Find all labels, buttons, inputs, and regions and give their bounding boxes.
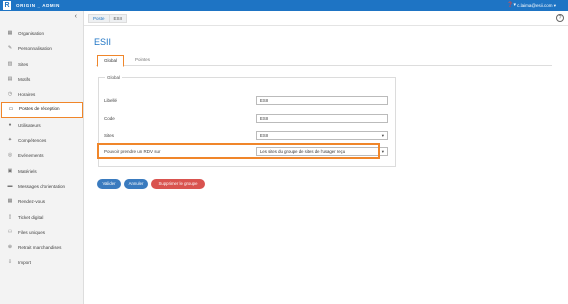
sites-select-value: ESII [260, 133, 269, 138]
sidebar-item-ticket-digital[interactable]: ▯ Ticket digital [0, 210, 84, 225]
code-input[interactable]: ESII [256, 114, 388, 123]
breadcrumb-current: ESII [109, 13, 128, 23]
clock-icon: ◷ [7, 91, 13, 98]
sidebar-item-label: Motifs [18, 76, 31, 82]
sidebar-item-postes-de-reception[interactable]: ▭ Postes de réception [1, 102, 83, 118]
queue-icon: ⚇ [7, 228, 13, 235]
sidebar-item-label: Matériels [18, 168, 37, 174]
validate-button[interactable]: Valider [97, 179, 121, 189]
fieldset-legend: Global [105, 74, 123, 81]
user-menu[interactable]: c.laima@esii.com ▾ [517, 2, 556, 9]
sidebar-item-label: Organisation [18, 31, 45, 36]
collapse-sidebar-icon[interactable]: ‹ [75, 13, 77, 21]
sidebar-item-files-uniques[interactable]: ⚇ Files uniques [0, 225, 84, 240]
sidebar-item-label: Evénements [18, 153, 44, 159]
sidebar-item-rendez-vous[interactable]: ▦ Rendez-vous [0, 194, 84, 209]
sidebar-item-label: Sites [18, 61, 29, 67]
sidebar-item-label: Utilisateurs [18, 122, 41, 128]
sidebar-item-label: Personnalisation [18, 46, 52, 52]
sidebar-item-label: Messages d'orientation [18, 183, 66, 189]
rdv-row-highlight [97, 143, 380, 159]
libelle-label: Libellé [104, 98, 118, 103]
help-icon[interactable]: ? [556, 14, 564, 22]
pickup-icon: ⊕ [7, 244, 13, 251]
sidebar-item-materiels[interactable]: ▣ Matériels [0, 164, 84, 179]
top-bar: R ORIGIN _ ADMIN ❓▾ c.laima@esii.com ▾ [0, 0, 568, 11]
tab-pointes[interactable]: Pointes [129, 55, 156, 66]
sidebar-item-label: Ticket digital [18, 214, 44, 220]
breadcrumb: Poste ESII [88, 13, 128, 23]
user-icon: ● [8, 121, 12, 128]
sites-icon: ▥ [7, 60, 13, 67]
sidebar-item-import[interactable]: ⇩ Import [0, 255, 84, 270]
help-menu[interactable]: ❓▾ [507, 2, 516, 9]
ticket-icon: ▯ [8, 213, 12, 220]
sidebar-item-label: Postes de réception [19, 106, 60, 112]
sidebar-item-competences[interactable]: ✦ Compétences [0, 133, 84, 148]
sidebar-item-motifs[interactable]: ▤ Motifs [0, 72, 84, 87]
sidebar-item-messages-orientation[interactable]: ▬ Messages d'orientation [0, 179, 84, 194]
reasons-icon: ▤ [7, 75, 13, 82]
sidebar-item-label: Import [18, 260, 32, 266]
libelle-input[interactable]: ESII [256, 96, 388, 105]
main-content: Poste ESII ? ESII Global Pointes Global … [84, 11, 568, 304]
calendar-icon: ▦ [7, 198, 13, 205]
divider [84, 25, 568, 26]
sidebar-item-organisation[interactable]: ▦ Organisation [0, 26, 84, 41]
sidebar-item-utilisateurs[interactable]: ● Utilisateurs [0, 118, 84, 133]
sidebar-item-retrait-marchandises[interactable]: ⊕ Retrait marchandises [0, 240, 84, 255]
sidebar-item-label: Rendez-vous [18, 199, 46, 205]
sidebar: ‹ ▦ Organisation ✎ Personnalisation ▥ Sites… [0, 11, 84, 304]
sidebar-item-label: Files uniques [18, 229, 46, 235]
sidebar-item-label: Retrait marchandises [18, 245, 62, 251]
app-logo: R [3, 1, 11, 10]
sites-label: Sites [104, 133, 115, 138]
sidebar-item-evenements[interactable]: ◎ Evénements [0, 148, 84, 163]
app-brand: ORIGIN _ ADMIN [16, 2, 60, 8]
cancel-button[interactable]: Annuler [124, 179, 148, 189]
chevron-down-icon: ▾ [381, 133, 384, 138]
import-icon: ⇩ [7, 259, 13, 266]
monitor-icon: ▭ [8, 106, 14, 113]
tab-bar: Global Pointes [96, 55, 552, 67]
page-title: ESII [94, 37, 112, 47]
breadcrumb-root-link[interactable]: Poste [88, 13, 110, 23]
brush-icon: ✎ [7, 45, 13, 52]
building-icon: ▦ [7, 30, 13, 36]
sidebar-item-label: Horaires [18, 92, 36, 98]
events-icon: ◎ [7, 152, 13, 159]
skills-icon: ✦ [7, 137, 13, 144]
delete-group-button[interactable]: Supprimer le groupe [151, 179, 205, 189]
sidebar-item-personnalisation[interactable]: ✎ Personnalisation [0, 41, 84, 56]
sidebar-item-horaires[interactable]: ◷ Horaires [0, 87, 84, 102]
code-label: Code [104, 116, 115, 121]
sites-select[interactable]: ESII ▾ [256, 131, 388, 140]
sidebar-item-label: Compétences [18, 138, 47, 144]
sidebar-item-sites[interactable]: ▥ Sites [0, 57, 84, 72]
hardware-icon: ▣ [7, 167, 13, 174]
tab-global[interactable]: Global [97, 55, 124, 67]
sidebar-nav: ▦ Organisation ✎ Personnalisation ▥ Sites ▤… [0, 26, 84, 271]
chevron-down-icon: ▾ [381, 149, 384, 154]
message-icon: ▬ [7, 182, 13, 189]
